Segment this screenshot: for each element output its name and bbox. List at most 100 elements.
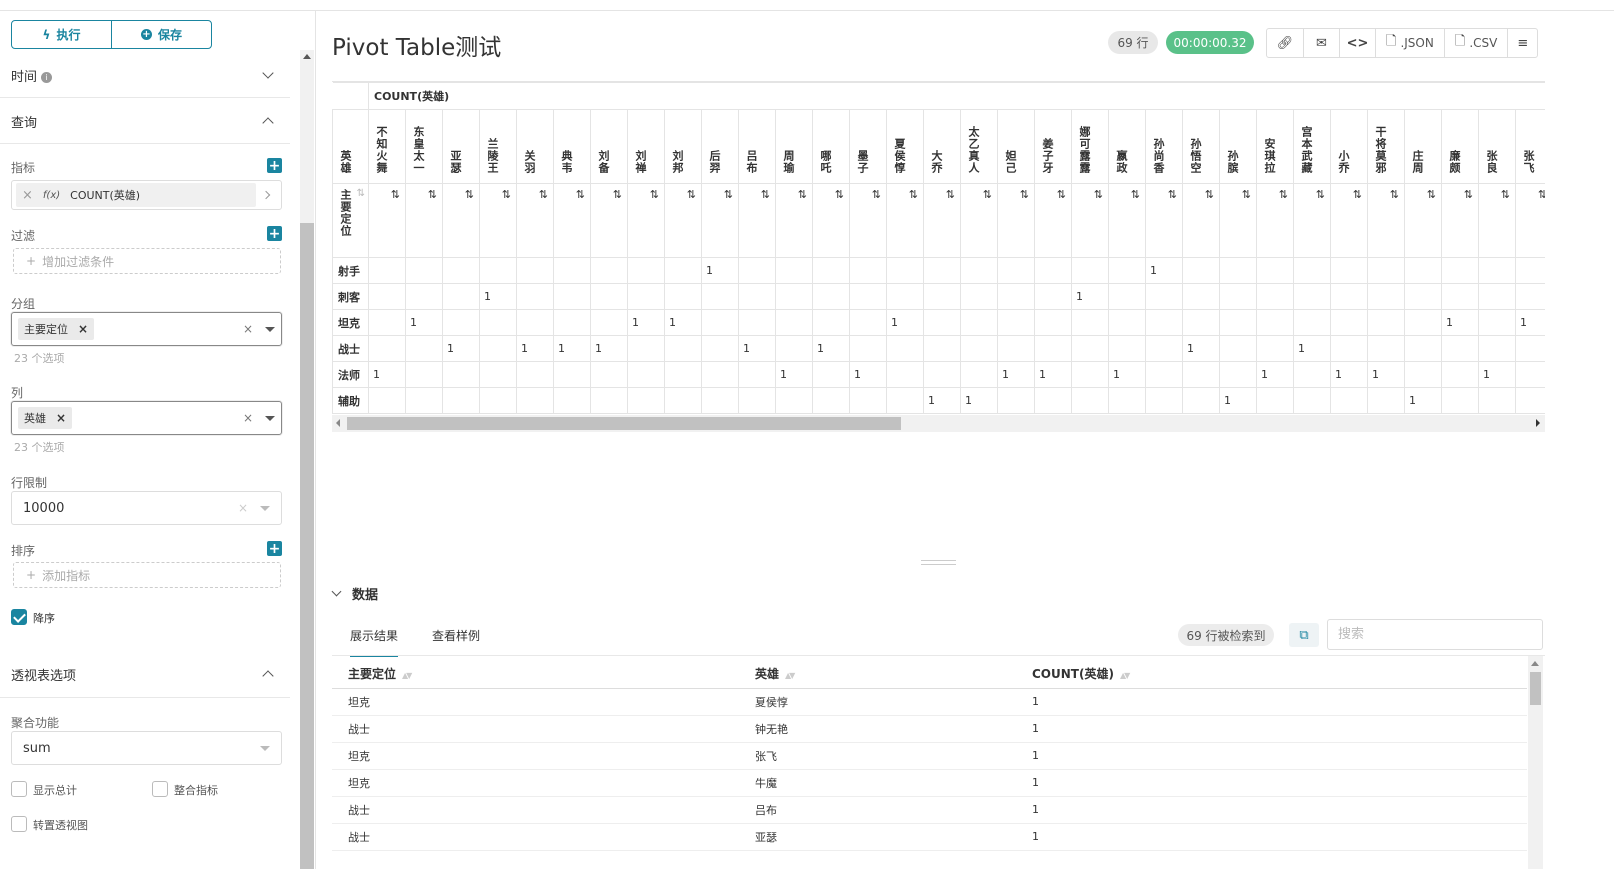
- section-pivot-options[interactable]: 透视表选项: [0, 651, 290, 697]
- pivot-sort-cell[interactable]: ⇅: [368, 183, 406, 258]
- pivot-sort-cell[interactable]: ⇅: [923, 183, 961, 258]
- pivot-sort-cell[interactable]: ⇅: [516, 183, 554, 258]
- chevron-right-icon[interactable]: [261, 190, 271, 200]
- pivot-sort-cell[interactable]: ⇅: [664, 183, 702, 258]
- run-button[interactable]: ϟ 执行: [12, 21, 111, 48]
- pivot-column-header[interactable]: 墨子: [849, 109, 887, 184]
- pivot-sort-cell[interactable]: ⇅: [960, 183, 998, 258]
- metrics-field[interactable]: × f(x) COUNT(英雄): [11, 180, 282, 210]
- pivot-sort-cell[interactable]: ⇅: [479, 183, 517, 258]
- caret-down-icon[interactable]: [265, 415, 275, 421]
- pivot-sort-cell[interactable]: ⇅: [701, 183, 739, 258]
- data-section-header[interactable]: 数据: [331, 584, 378, 603]
- share-link-button[interactable]: 🔗︎: [1267, 29, 1303, 57]
- pivot-column-header[interactable]: 娜可露露: [1071, 109, 1109, 184]
- more-menu-button[interactable]: ≡: [1507, 29, 1537, 57]
- clear-icon[interactable]: ×: [238, 501, 248, 515]
- column-header[interactable]: COUNT(英雄) ▲▼: [1016, 660, 1527, 689]
- sort-icon[interactable]: ▲▼: [402, 671, 412, 680]
- remove-tag-icon[interactable]: ×: [56, 411, 66, 425]
- caret-down-icon[interactable]: [265, 326, 275, 332]
- search-input[interactable]: [1327, 619, 1543, 650]
- panel-scrollbar[interactable]: [300, 50, 314, 869]
- pivot-column-header[interactable]: 姜子牙: [1034, 109, 1072, 184]
- pivot-column-header[interactable]: 干将莫邪: [1367, 109, 1405, 184]
- email-button[interactable]: ✉: [1303, 29, 1339, 57]
- save-button[interactable]: + 保存: [111, 21, 211, 48]
- info-icon[interactable]: i: [41, 71, 53, 83]
- pivot-column-header[interactable]: 廉颇: [1441, 109, 1479, 184]
- row-limit-select[interactable]: 10000 ×: [11, 491, 282, 525]
- add-metric-button[interactable]: +: [267, 158, 282, 173]
- clear-icon[interactable]: ×: [243, 411, 253, 425]
- pivot-column-header[interactable]: 哪吒: [812, 109, 850, 184]
- pivot-sort-cell[interactable]: ⇅: [1256, 183, 1294, 258]
- column-header[interactable]: 主要定位 ▲▼: [332, 660, 739, 689]
- pivot-column-header[interactable]: 太乙真人: [960, 109, 998, 184]
- pivot-column-header[interactable]: 庄周: [1404, 109, 1442, 184]
- add-sort-field[interactable]: + 添加指标: [13, 562, 281, 588]
- pivot-column-header[interactable]: 孙悟空: [1182, 109, 1220, 184]
- section-time[interactable]: 时间 i: [0, 52, 290, 98]
- descending-checkbox[interactable]: [11, 609, 27, 625]
- pivot-sort-cell[interactable]: ⇅: [405, 183, 443, 258]
- pivot-sort-cell[interactable]: ⇅: [1034, 183, 1072, 258]
- pivot-column-header[interactable]: 大乔: [923, 109, 961, 184]
- add-filter-field[interactable]: + 增加过滤条件: [13, 248, 281, 274]
- add-sort-button[interactable]: +: [267, 541, 282, 556]
- pivot-column-header[interactable]: 张良: [1478, 109, 1516, 184]
- pivot-sort-cell[interactable]: ⇅: [738, 183, 776, 258]
- pivot-sort-cell[interactable]: ⇅: [997, 183, 1035, 258]
- pivot-sort-cell[interactable]: ⇅: [849, 183, 887, 258]
- pivot-sort-cell[interactable]: ⇅: [1145, 183, 1183, 258]
- export-json-button[interactable]: 🗋 .JSON: [1375, 29, 1444, 57]
- pivot-sort-cell[interactable]: ⇅: [1330, 183, 1368, 258]
- pivot-row-dimension[interactable]: 主要定位 ⇅: [332, 183, 369, 258]
- results-scrollbar[interactable]: [1528, 656, 1543, 869]
- pivot-sort-cell[interactable]: ⇅: [1478, 183, 1516, 258]
- pivot-column-header[interactable]: 后羿: [701, 109, 739, 184]
- pivot-sort-cell[interactable]: ⇅: [1071, 183, 1109, 258]
- scroll-up-arrow-icon[interactable]: [1531, 661, 1539, 666]
- pivot-column-header[interactable]: 小乔: [1330, 109, 1368, 184]
- pivot-column-header[interactable]: 孙膑: [1219, 109, 1257, 184]
- copy-button[interactable]: ⧉: [1289, 623, 1319, 647]
- pivot-sort-cell[interactable]: ⇅: [1441, 183, 1479, 258]
- tab-results[interactable]: 展示结果: [350, 627, 399, 657]
- pivot-sort-cell[interactable]: ⇅: [886, 183, 924, 258]
- pivot-sort-cell[interactable]: ⇅: [1293, 183, 1331, 258]
- pivot-column-header[interactable]: 关羽: [516, 109, 554, 184]
- groupby-select[interactable]: 主要定位 × ×: [11, 312, 282, 346]
- pivot-sort-cell[interactable]: ⇅: [775, 183, 813, 258]
- pivot-sort-cell[interactable]: ⇅: [442, 183, 480, 258]
- pivot-column-header[interactable]: 夏侯惇: [886, 109, 924, 184]
- pivot-sort-cell[interactable]: ⇅: [1108, 183, 1146, 258]
- pivot-column-header[interactable]: 妲己: [997, 109, 1035, 184]
- remove-metric-icon[interactable]: ×: [22, 188, 33, 203]
- tab-samples[interactable]: 查看样例: [432, 627, 480, 657]
- pivot-sort-cell[interactable]: ⇅: [1182, 183, 1220, 258]
- pivot-sort-cell[interactable]: ⇅: [1367, 183, 1405, 258]
- export-csv-button[interactable]: 🗋 .CSV: [1443, 29, 1507, 57]
- section-query[interactable]: 查询: [0, 98, 290, 144]
- scrollbar-thumb[interactable]: [347, 417, 901, 430]
- metric-pill[interactable]: × f(x) COUNT(英雄): [16, 183, 256, 207]
- pivot-column-header[interactable]: 不知火舞: [368, 109, 406, 184]
- resize-handle[interactable]: [921, 560, 956, 565]
- pivot-column-header[interactable]: 刘禅: [627, 109, 665, 184]
- scrollbar-thumb[interactable]: [1530, 672, 1541, 705]
- columns-select[interactable]: 英雄 × ×: [11, 401, 282, 435]
- embed-code-button[interactable]: <>: [1339, 29, 1375, 57]
- pivot-sort-cell[interactable]: ⇅: [590, 183, 628, 258]
- scroll-right-arrow-icon[interactable]: [1536, 419, 1540, 427]
- sort-icon[interactable]: ▲▼: [1120, 671, 1130, 680]
- pivot-column-header[interactable]: 张飞: [1514, 109, 1545, 184]
- aggregation-select[interactable]: sum: [11, 731, 282, 765]
- transpose-checkbox[interactable]: [11, 816, 27, 832]
- add-filter-button[interactable]: +: [267, 226, 282, 241]
- remove-tag-icon[interactable]: ×: [78, 322, 88, 336]
- pivot-sort-cell[interactable]: ⇅: [627, 183, 665, 258]
- pivot-horizontal-scrollbar[interactable]: [332, 415, 1545, 432]
- sort-icon[interactable]: ⇅: [357, 188, 365, 199]
- column-header[interactable]: 英雄 ▲▼: [739, 660, 1016, 689]
